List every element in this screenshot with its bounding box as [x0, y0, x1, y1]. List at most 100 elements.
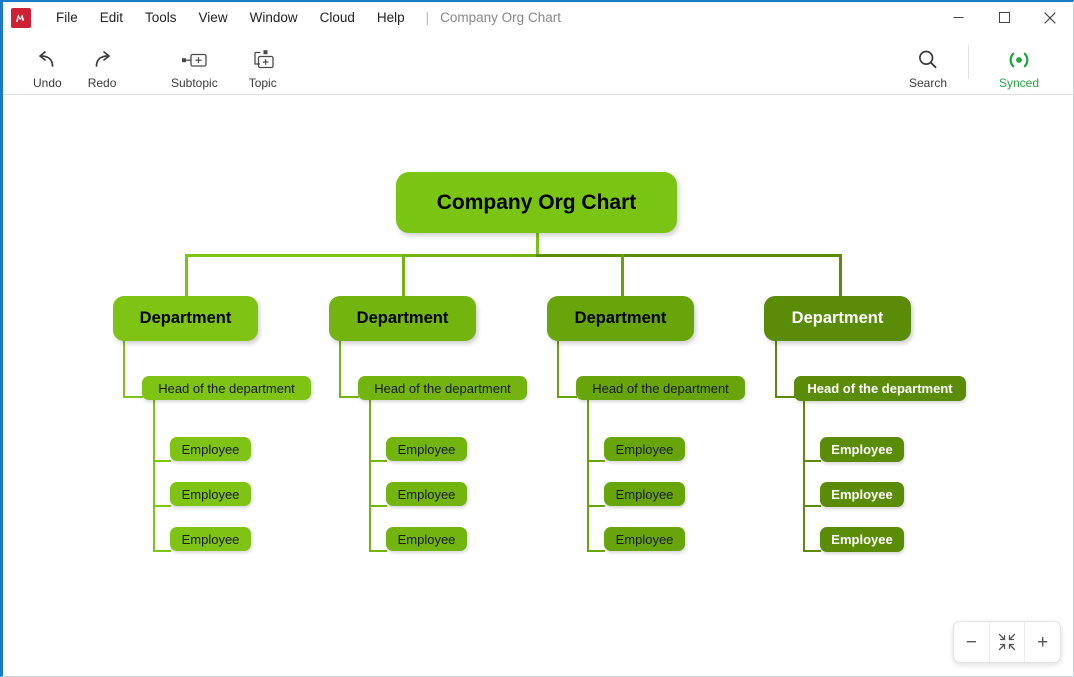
- node-employee-3-1-label: Employee: [615, 441, 674, 457]
- title-bar: File Edit Tools View Window Cloud Help |…: [3, 2, 1073, 33]
- menu-view[interactable]: View: [188, 2, 239, 33]
- search-icon: [915, 47, 941, 73]
- node-employee-1-3-label: Employee: [181, 531, 240, 547]
- node-employee-2-1[interactable]: Employee: [386, 437, 467, 461]
- connector-head2-emp2-stub: [369, 505, 387, 507]
- node-employee-1-2[interactable]: Employee: [170, 482, 251, 506]
- node-department-2-label: Department: [356, 309, 449, 327]
- node-employee-4-2-label: Employee: [831, 487, 893, 502]
- node-employee-3-2-label: Employee: [615, 486, 674, 502]
- fit-to-screen-button[interactable]: [988, 622, 1025, 662]
- mindmap-canvas[interactable]: Company Org Chart Department Department …: [3, 96, 1073, 675]
- node-department-3[interactable]: Department: [547, 296, 694, 341]
- connector-drop-dept-4: [839, 254, 842, 296]
- toolbar-history-group: Undo Redo: [25, 43, 124, 92]
- node-employee-3-2[interactable]: Employee: [604, 482, 685, 506]
- connector-head2-emp1-stub: [369, 460, 387, 462]
- node-head-2-label: Head of the department: [374, 380, 511, 396]
- node-root[interactable]: Company Org Chart: [396, 172, 677, 233]
- cloud-synced-icon: [1003, 47, 1035, 73]
- subtopic-icon: [177, 47, 211, 73]
- node-department-1[interactable]: Department: [113, 296, 258, 341]
- connector-head4-emp2-stub: [803, 505, 821, 507]
- menu-cloud[interactable]: Cloud: [309, 2, 366, 33]
- connector-head1-emp2-stub: [153, 505, 171, 507]
- node-employee-4-2[interactable]: Employee: [820, 482, 904, 507]
- zoom-out-icon: −: [965, 631, 977, 653]
- connector-head3-emp1-stub: [587, 460, 605, 462]
- connector-head1-spine: [153, 398, 155, 550]
- node-head-3[interactable]: Head of the department: [576, 376, 745, 400]
- node-department-4[interactable]: Department: [764, 296, 911, 341]
- connector-head3-spine: [587, 398, 589, 550]
- toolbar-sync-group: Synced: [991, 43, 1047, 92]
- node-employee-2-3[interactable]: Employee: [386, 527, 467, 551]
- connector-dept4-spine: [775, 336, 777, 398]
- toolbar-redo[interactable]: Redo: [80, 43, 125, 92]
- node-employee-4-1-label: Employee: [831, 442, 893, 457]
- node-head-1[interactable]: Head of the department: [142, 376, 311, 400]
- toolbar-redo-label: Redo: [87, 76, 117, 90]
- toolbar-divider: [968, 45, 969, 79]
- connector-head1-emp3-stub: [153, 550, 171, 552]
- connector-dept1-spine: [123, 336, 125, 398]
- toolbar-search[interactable]: Search: [901, 43, 955, 92]
- maximize-button[interactable]: [981, 2, 1027, 33]
- toolbar-undo[interactable]: Undo: [25, 43, 70, 92]
- connector-head4-spine: [803, 398, 805, 550]
- connector-dept1-head-stub: [123, 396, 143, 398]
- toolbar-synced[interactable]: Synced: [991, 43, 1047, 92]
- node-employee-3-3[interactable]: Employee: [604, 527, 685, 551]
- menu-help[interactable]: Help: [366, 2, 416, 33]
- minimize-button[interactable]: [935, 2, 981, 33]
- mindmaster-logo-icon: [11, 7, 31, 28]
- zoom-in-button[interactable]: +: [1024, 622, 1060, 662]
- maximize-icon: [998, 12, 1010, 23]
- node-department-2[interactable]: Department: [329, 296, 476, 341]
- zoom-out-button[interactable]: −: [954, 622, 989, 662]
- toolbar-search-label: Search: [908, 76, 947, 90]
- minimize-icon: [953, 17, 963, 18]
- node-head-2[interactable]: Head of the department: [358, 376, 527, 400]
- node-head-3-label: Head of the department: [592, 380, 729, 396]
- toolbar-undo-label: Undo: [33, 76, 62, 90]
- node-employee-4-1[interactable]: Employee: [820, 437, 904, 462]
- connector-drop-dept-2: [402, 254, 405, 296]
- connector-dept2-head-stub: [339, 396, 359, 398]
- node-head-4-label: Head of the department: [807, 381, 953, 396]
- toolbar: Undo Redo Subtopic Topic Search Synced: [3, 33, 1073, 95]
- connector-root-stem: [536, 232, 539, 256]
- toolbar-topic[interactable]: Topic: [240, 43, 286, 92]
- node-employee-2-1-label: Employee: [397, 441, 456, 457]
- toolbar-topic-label: Topic: [248, 76, 277, 90]
- node-department-4-label: Department: [791, 309, 884, 327]
- connector-head2-spine: [369, 398, 371, 550]
- node-employee-4-3-label: Employee: [831, 532, 893, 547]
- menu-tools[interactable]: Tools: [134, 2, 188, 33]
- connector-drop-dept-1: [185, 254, 188, 296]
- node-employee-2-2[interactable]: Employee: [386, 482, 467, 506]
- node-employee-1-1-label: Employee: [181, 441, 240, 457]
- menu-window[interactable]: Window: [239, 2, 309, 33]
- connector-head4-emp3-stub: [803, 550, 821, 552]
- node-employee-1-3[interactable]: Employee: [170, 527, 251, 551]
- node-employee-1-1[interactable]: Employee: [170, 437, 251, 461]
- zoom-controls: − +: [953, 621, 1061, 663]
- node-employee-2-3-label: Employee: [397, 531, 456, 547]
- redo-arrow-icon: [90, 47, 114, 73]
- menu-edit[interactable]: Edit: [89, 2, 134, 33]
- node-employee-4-3[interactable]: Employee: [820, 527, 904, 552]
- node-employee-1-2-label: Employee: [181, 486, 240, 502]
- connector-bus-right-a: [402, 254, 542, 257]
- connector-dept4-head-stub: [775, 396, 795, 398]
- menu-bar: File Edit Tools View Window Cloud Help |…: [45, 2, 561, 33]
- menu-file[interactable]: File: [45, 2, 89, 33]
- node-head-4[interactable]: Head of the department: [794, 376, 966, 401]
- node-employee-3-1[interactable]: Employee: [604, 437, 685, 461]
- fit-screen-icon: [998, 633, 1016, 651]
- zoom-in-icon: +: [1037, 631, 1049, 653]
- close-button[interactable]: [1027, 2, 1073, 33]
- topic-icon: [248, 47, 278, 73]
- toolbar-subtopic[interactable]: Subtopic: [163, 43, 226, 92]
- document-title: Company Org Chart: [440, 10, 561, 25]
